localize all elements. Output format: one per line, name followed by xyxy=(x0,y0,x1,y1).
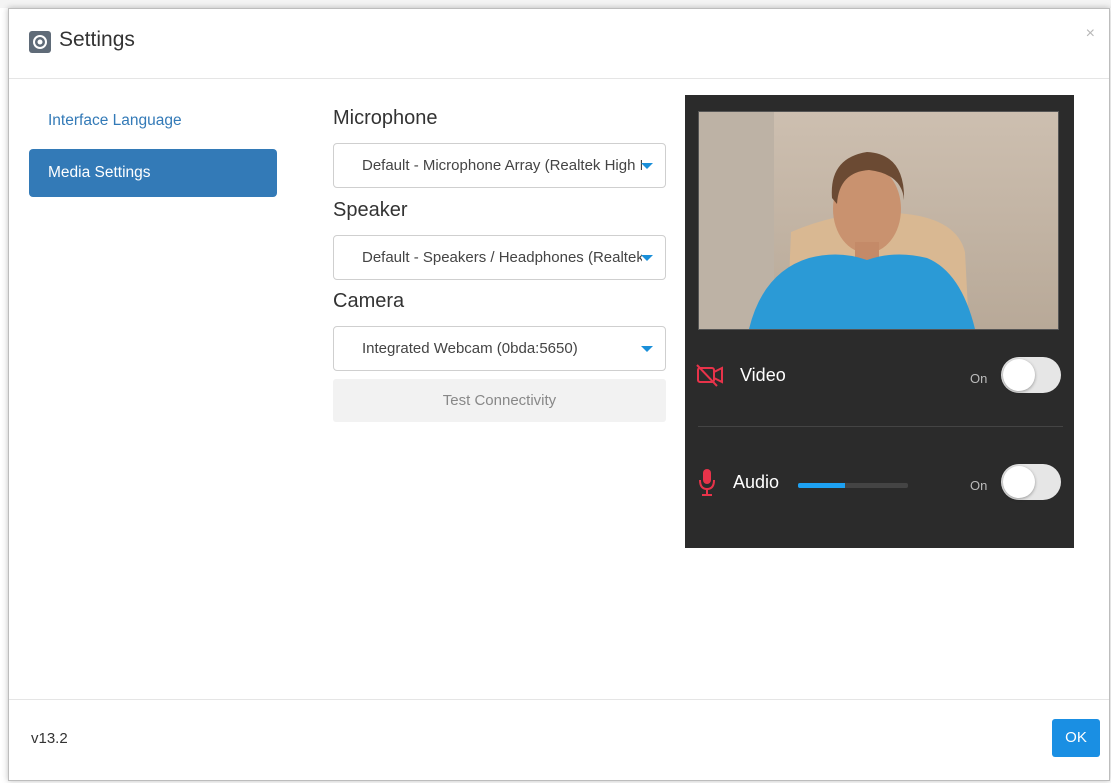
video-label: Video xyxy=(740,365,786,385)
media-preview-panel: Video On Audio On xyxy=(685,95,1074,548)
background-window-strip xyxy=(0,0,1111,8)
speaker-select[interactable]: Default - Speakers / Headphones (Realtek… xyxy=(333,235,666,280)
ok-button[interactable]: OK xyxy=(1052,719,1100,757)
audio-toggle[interactable] xyxy=(1001,464,1061,500)
audio-label: Audio xyxy=(733,472,780,492)
dialog-footer: v13.2 OK xyxy=(9,699,1109,783)
camera-value: Integrated Webcam (0bda:5650) xyxy=(362,340,578,357)
audio-level-fill xyxy=(798,483,846,488)
settings-dialog: Settings × Interface Language Media Sett… xyxy=(8,8,1110,781)
divider xyxy=(698,426,1063,427)
microphone-value: Default - Microphone Array (Realtek High… xyxy=(362,157,642,174)
version-label: v13.2 xyxy=(31,730,68,747)
close-icon[interactable]: × xyxy=(1086,25,1095,43)
microphone-select[interactable]: Default - Microphone Array (Realtek High… xyxy=(333,143,666,188)
nav-item-media-settings[interactable]: Media Settings xyxy=(29,149,277,197)
speaker-label: Speaker xyxy=(333,199,408,221)
chevron-down-icon xyxy=(641,346,653,352)
chevron-down-icon xyxy=(641,163,653,169)
test-connectivity-button[interactable]: Test Connectivity xyxy=(333,379,666,422)
video-state: On xyxy=(970,371,988,386)
audio-toggle-knob xyxy=(1003,466,1035,498)
audio-level-meter xyxy=(798,483,908,488)
camera-preview xyxy=(698,111,1059,330)
camera-select[interactable]: Integrated Webcam (0bda:5650) xyxy=(333,326,666,371)
video-toggle-knob xyxy=(1003,359,1035,391)
audio-state: On xyxy=(970,478,988,493)
video-off-icon[interactable] xyxy=(695,363,725,387)
video-toggle[interactable] xyxy=(1001,357,1061,393)
dialog-title: Settings xyxy=(59,28,135,51)
chevron-down-icon xyxy=(641,255,653,261)
mic-icon[interactable] xyxy=(698,467,716,497)
dialog-header: Settings × xyxy=(9,9,1109,79)
camera-label: Camera xyxy=(333,290,405,312)
microphone-label: Microphone xyxy=(333,107,438,129)
speaker-value: Default - Speakers / Headphones (Realtek… xyxy=(362,249,642,266)
gear-icon xyxy=(29,31,51,53)
nav-item-interface-language[interactable]: Interface Language xyxy=(29,97,277,145)
